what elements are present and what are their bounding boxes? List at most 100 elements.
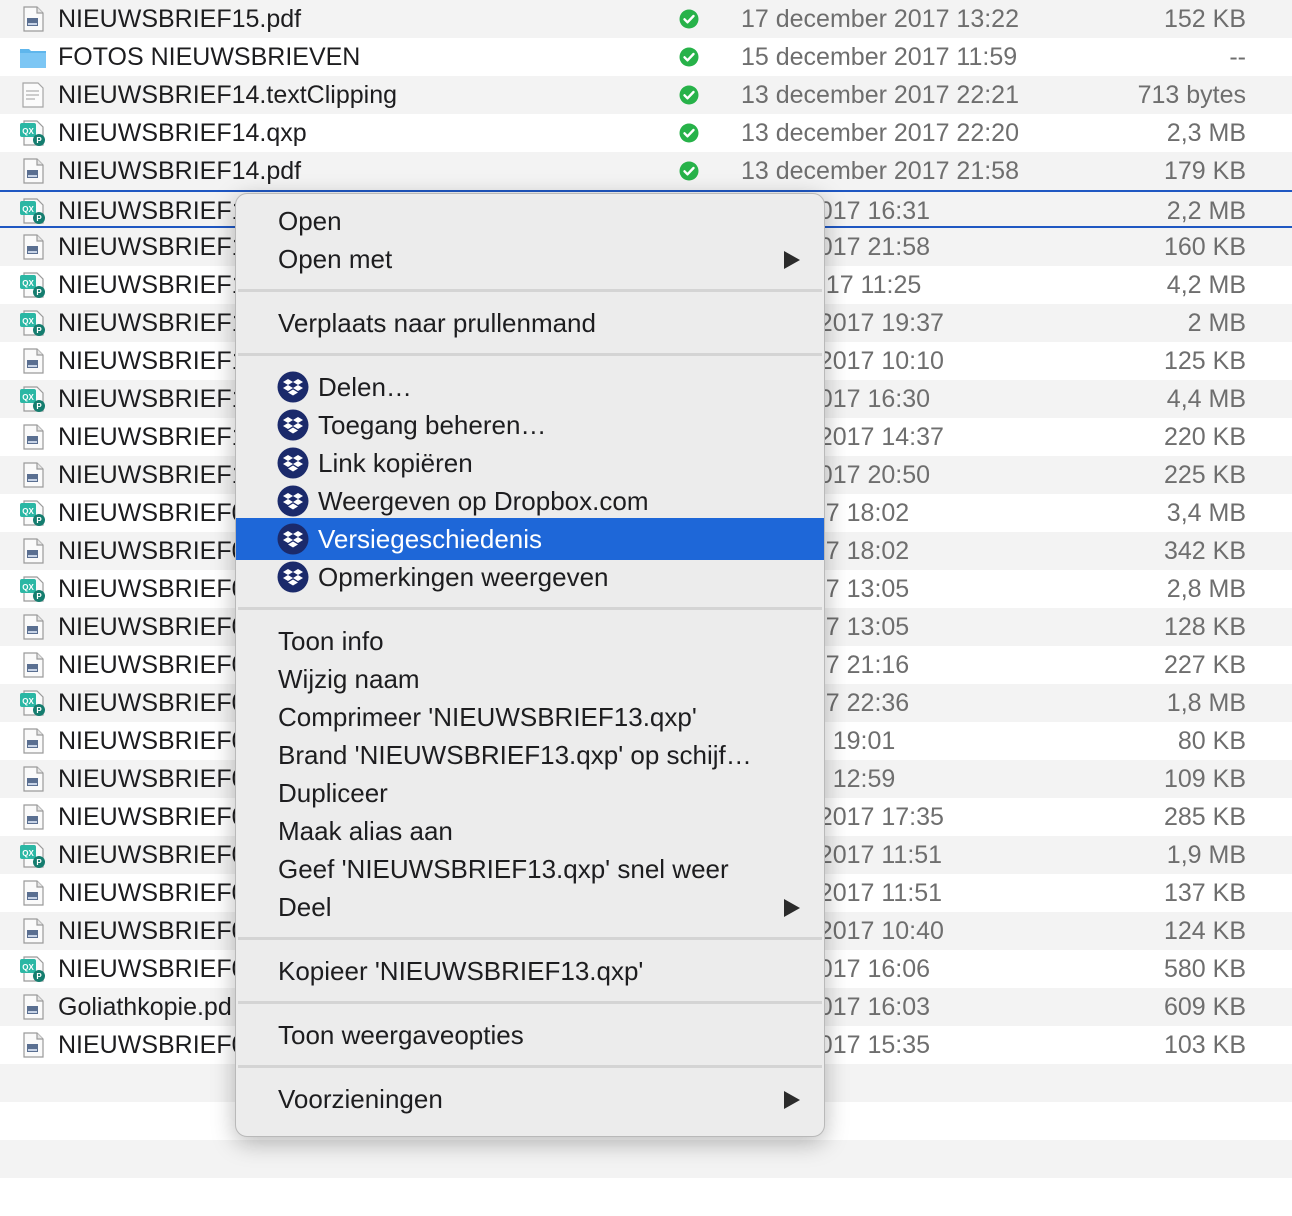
menu-item-label: Toon info	[278, 626, 384, 656]
menu-item-label: Delen…	[318, 372, 412, 402]
menu-separator	[238, 353, 822, 356]
synced-check-icon	[679, 161, 699, 181]
svg-text:QX: QX	[22, 697, 34, 706]
file-row[interactable]: QX P NIEUWSBRIEF14.qxp 13 december 2017 22:…	[0, 114, 1292, 152]
file-row[interactable]: NIEUWSBRIEF14.textClipping 13 december 20…	[0, 76, 1292, 114]
pdf-icon	[19, 803, 47, 831]
dropbox-icon	[277, 485, 309, 517]
file-name: NIEUWSBRIEF09	[58, 499, 260, 527]
menu-item[interactable]: Comprimeer 'NIEUWSBRIEF13.qxp'	[236, 696, 824, 738]
svg-text:P: P	[36, 288, 42, 297]
svg-text:P: P	[36, 326, 42, 335]
svg-text:P: P	[36, 972, 42, 981]
file-size: 1,9 MB	[1166, 841, 1246, 869]
text-clipping-icon	[19, 81, 47, 109]
menu-item-label: Toon weergaveopties	[278, 1020, 524, 1050]
quarkxpress-icon: QX P	[19, 309, 47, 337]
file-size: 3,4 MB	[1166, 499, 1246, 527]
menu-item-label: Wijzig naam	[278, 664, 420, 694]
menu-item[interactable]: Deel	[236, 886, 824, 928]
menu-item[interactable]: Geef 'NIEUWSBRIEF13.qxp' snel weer	[236, 848, 824, 890]
pdf-icon	[19, 461, 47, 489]
menu-separator	[238, 1065, 822, 1068]
pdf-icon	[19, 423, 47, 451]
file-size: 580 KB	[1163, 955, 1246, 983]
pdf-icon	[19, 5, 47, 33]
file-row[interactable]: NIEUWSBRIEF15.pdf 17 december 2017 13:22 1…	[0, 0, 1292, 38]
svg-text:P: P	[36, 706, 42, 715]
file-name: NIEUWSBRIEF03	[58, 841, 260, 869]
menu-item-label: Dupliceer	[278, 778, 388, 808]
file-size: 227 KB	[1163, 651, 1246, 679]
file-name: NIEUWSBRIEF03	[58, 879, 260, 907]
menu-item-label: Versiegeschiedenis	[318, 524, 543, 554]
menu-item[interactable]: Open met	[236, 238, 824, 280]
svg-text:P: P	[36, 858, 42, 867]
file-name: NIEUWSBRIEF14.pdf	[58, 157, 302, 185]
file-size: 225 KB	[1163, 461, 1246, 489]
dropbox-icon	[277, 561, 309, 593]
quarkxpress-icon: QX P	[19, 119, 47, 147]
file-size: 160 KB	[1163, 233, 1246, 261]
file-size: 1,8 MB	[1166, 689, 1246, 717]
file-row[interactable]: NIEUWSBRIEF14.pdf 13 december 2017 21:58 1…	[0, 152, 1292, 190]
file-size: 342 KB	[1163, 537, 1246, 565]
menu-item[interactable]: Wijzig naam	[236, 658, 824, 700]
menu-item[interactable]: Opmerkingen weergeven	[236, 556, 824, 598]
pdf-icon	[19, 1031, 47, 1059]
file-name: NIEUWSBRIEF08	[58, 613, 260, 641]
menu-item[interactable]: Open	[236, 200, 824, 242]
menu-item[interactable]: Toon weergaveopties	[236, 1014, 824, 1056]
file-name: NIEUWSBRIEF12	[58, 271, 260, 299]
menu-item-label: Kopieer 'NIEUWSBRIEF13.qxp'	[278, 956, 644, 986]
file-size: 80 KB	[1177, 727, 1246, 755]
file-name: NIEUWSBRIEF05	[58, 765, 260, 793]
quarkxpress-icon: QX P	[19, 841, 47, 869]
file-size: 103 KB	[1163, 1031, 1246, 1059]
svg-text:QX: QX	[22, 205, 34, 214]
menu-item[interactable]: Toegang beheren…	[236, 404, 824, 446]
svg-text:P: P	[36, 592, 42, 601]
menu-item[interactable]: Link kopiëren	[236, 442, 824, 484]
file-name: NIEUWSBRIEF02	[58, 917, 260, 945]
menu-item[interactable]: Versiegeschiedenis	[236, 518, 824, 560]
empty-row	[0, 1140, 1292, 1178]
file-row[interactable]: FOTOS NIEUWSBRIEVEN 15 december 2017 11:5…	[0, 38, 1292, 76]
file-name: NIEUWSBRIEF10	[58, 385, 260, 413]
dropbox-icon	[277, 371, 309, 403]
pdf-icon	[19, 347, 47, 375]
menu-item-label: Voorzieningen	[278, 1084, 443, 1114]
menu-separator	[238, 607, 822, 610]
menu-item[interactable]: Kopieer 'NIEUWSBRIEF13.qxp'	[236, 950, 824, 992]
menu-item[interactable]: Toon info	[236, 620, 824, 662]
file-name: NIEUWSBRIEF04	[58, 803, 260, 831]
file-date: 13 december 2017 22:20	[741, 119, 1019, 147]
menu-separator	[238, 1001, 822, 1004]
submenu-arrow-icon	[784, 251, 800, 269]
svg-text:QX: QX	[22, 279, 34, 288]
file-date: 13 december 2017 21:58	[741, 157, 1019, 185]
menu-item-label: Open	[278, 206, 342, 236]
file-name: NIEUWSBRIEF04	[58, 689, 260, 717]
menu-item-label: Link kopiëren	[318, 448, 473, 478]
svg-text:P: P	[36, 402, 42, 411]
pdf-icon	[19, 157, 47, 185]
menu-item[interactable]: Verplaats naar prullenmand	[236, 302, 824, 344]
pdf-icon	[19, 879, 47, 907]
folder-icon	[19, 43, 47, 71]
file-size: 2,8 MB	[1166, 575, 1246, 603]
file-size: 125 KB	[1163, 347, 1246, 375]
context-menu: Open Open met Verplaats naar prullenmand De…	[235, 193, 825, 1137]
menu-item-label: Maak alias aan	[278, 816, 453, 846]
menu-item[interactable]: Maak alias aan	[236, 810, 824, 852]
menu-separator	[238, 937, 822, 940]
menu-item[interactable]: Dupliceer	[236, 772, 824, 814]
menu-item[interactable]: Voorzieningen	[236, 1078, 824, 1120]
menu-item-label: Toegang beheren…	[318, 410, 547, 440]
menu-item[interactable]: Weergeven op Dropbox.com	[236, 480, 824, 522]
menu-item[interactable]: Brand 'NIEUWSBRIEF13.qxp' op schijf…	[236, 734, 824, 776]
submenu-arrow-icon	[784, 1091, 800, 1109]
menu-item[interactable]: Delen…	[236, 366, 824, 408]
file-name: FOTOS NIEUWSBRIEVEN	[58, 43, 361, 71]
pdf-icon	[19, 651, 47, 679]
